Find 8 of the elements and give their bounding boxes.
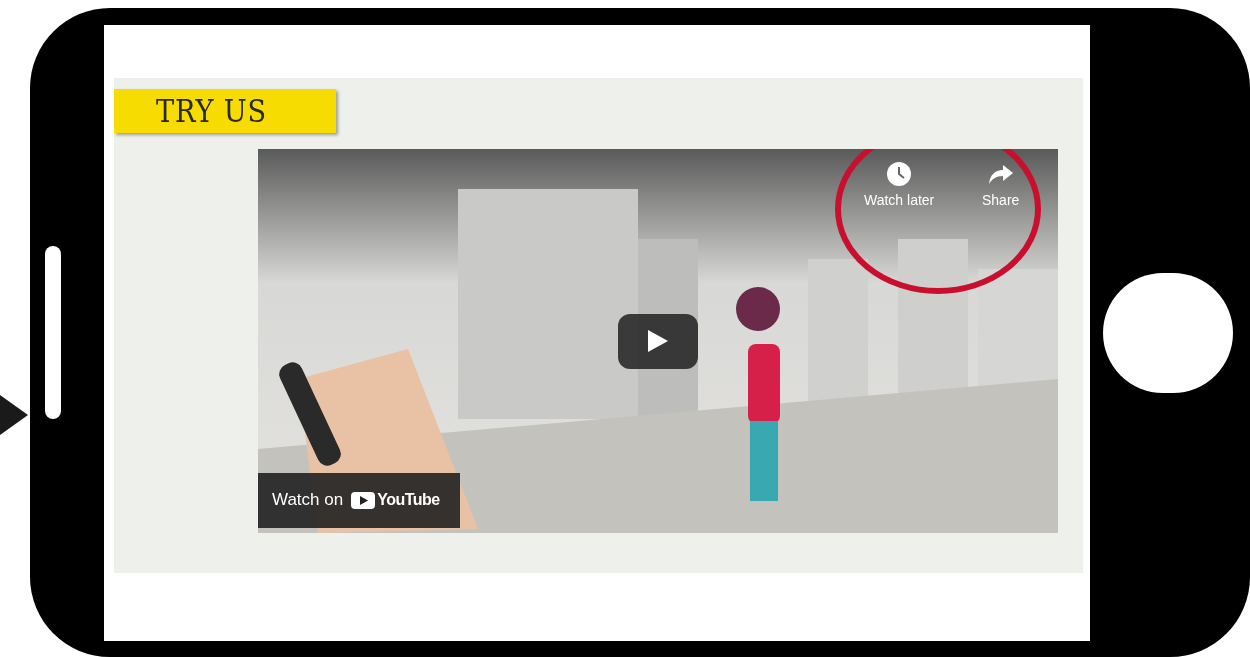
arrow-icon [0,395,28,435]
play-button[interactable] [618,313,698,369]
watch-on-youtube-link[interactable]: Watch on YouTube [258,472,460,528]
youtube-play-icon [351,491,376,509]
play-icon [648,330,668,352]
banner-title: TRY US [156,94,268,127]
video-player[interactable]: Watch later Share Watch on YouTube [258,148,1058,533]
clock-icon [886,160,913,187]
